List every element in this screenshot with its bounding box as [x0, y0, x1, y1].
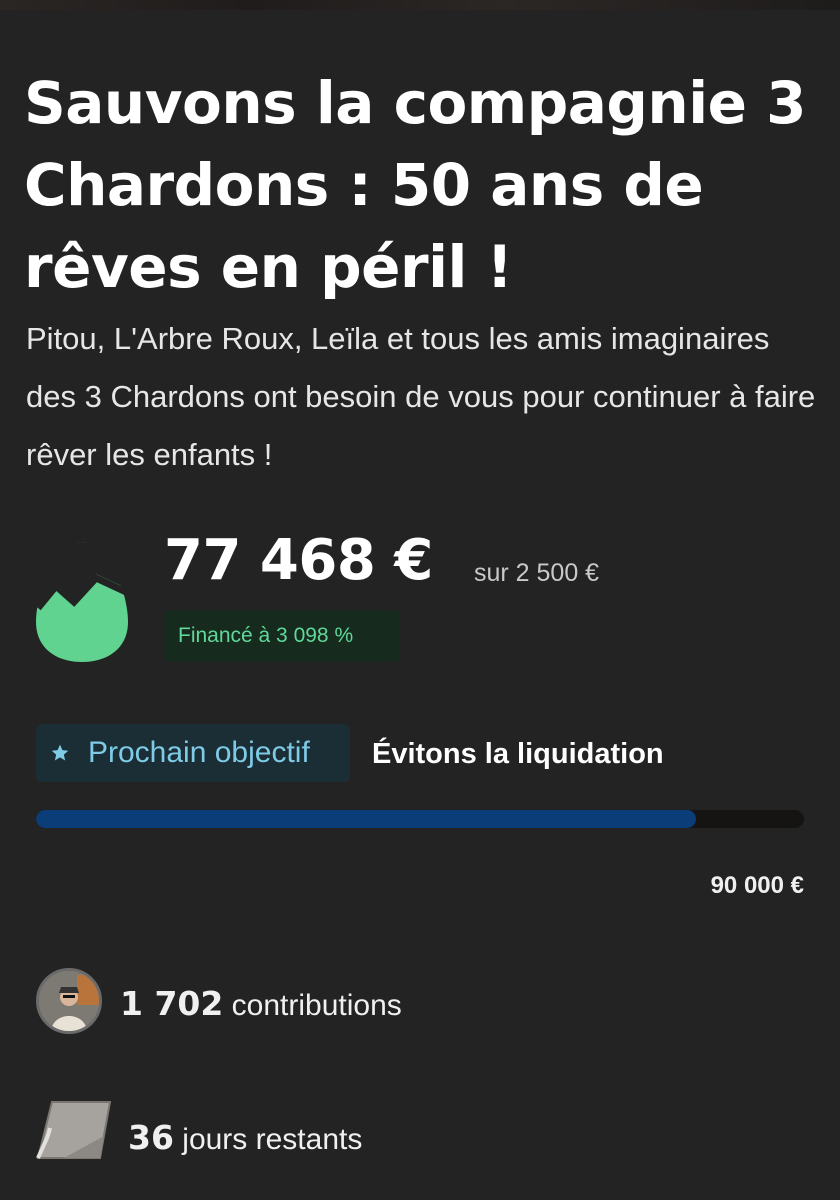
cover-image-edge — [0, 0, 840, 10]
next-goal-name: Évitons la liquidation — [372, 738, 664, 770]
funding-goal: sur 2 500 € — [474, 559, 600, 587]
days-number: 36 — [128, 1118, 174, 1157]
contributions-count: 1 702 contributions — [120, 982, 402, 1028]
next-goal-label: Prochain objectif — [88, 736, 310, 769]
progress-fill — [36, 810, 697, 828]
next-goal-progress-bar — [36, 810, 804, 828]
contributions-number: 1 702 — [120, 984, 224, 1023]
funded-percentage-badge: Financé à 3 098 % — [164, 610, 400, 662]
days-label: jours restants — [173, 1123, 363, 1156]
egg-icon — [35, 542, 128, 662]
campaign-subtitle: Pitou, L'Arbre Roux, Leïla et tous les a… — [26, 321, 816, 472]
amount-raised: 77 468 € — [164, 528, 433, 593]
calendar-icon — [36, 1101, 112, 1159]
next-goal-badge: Prochain objectif — [36, 724, 350, 782]
days-remaining: 36 jours restants — [128, 1116, 362, 1162]
campaign-title: Sauvons la compagnie 3 Chardons : 50 ans… — [24, 69, 806, 301]
contributor-avatar[interactable] — [36, 968, 102, 1034]
contributions-label: contributions — [223, 989, 402, 1022]
next-goal-target: 90 000 € — [710, 872, 804, 899]
avatar-image — [39, 971, 99, 1031]
star-icon — [51, 744, 69, 761]
